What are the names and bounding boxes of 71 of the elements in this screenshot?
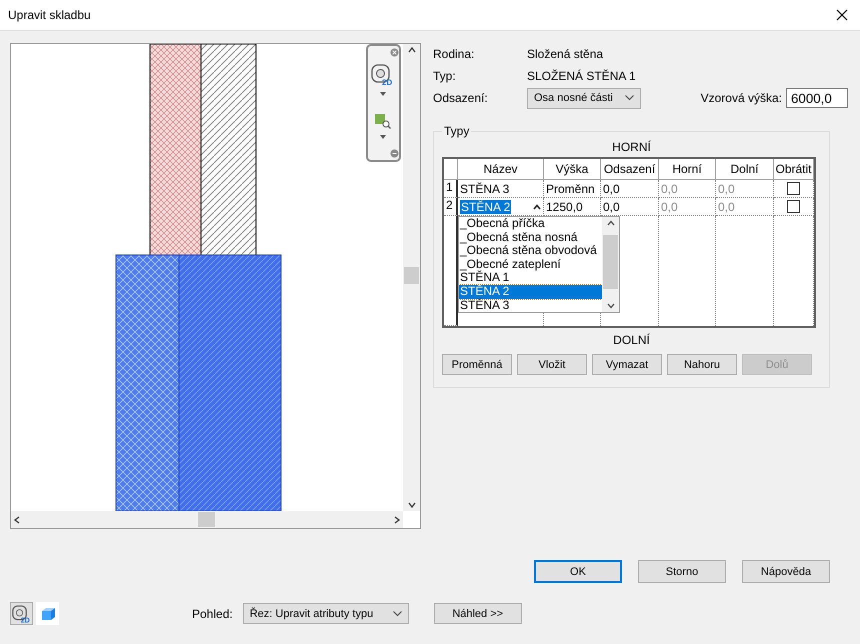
offset-dropdown[interactable]: Osa nosné části (527, 88, 641, 108)
field-label: Rodina: (433, 47, 476, 61)
table-cell: STĚNA 3 (458, 180, 544, 198)
chevron-down-icon (625, 95, 634, 101)
table-cell: 0,0 (716, 180, 774, 198)
table-cell: 0,0 (659, 198, 716, 216)
checkbox[interactable] (787, 182, 800, 195)
preview-button[interactable]: Náhled >> (434, 603, 522, 624)
field-value: Složená stěna (527, 47, 604, 61)
scroll-thumb[interactable] (404, 267, 419, 284)
row-number: 2 (444, 198, 458, 216)
dropdown-arrow-icon[interactable] (380, 135, 386, 139)
table-cell: Proměnn (544, 180, 601, 198)
scroll-left-icon[interactable] (13, 516, 21, 524)
action-button[interactable]: Proměnná (442, 354, 512, 375)
list-item[interactable]: _Obecná stěna nosná (459, 230, 602, 244)
field-label: Vzorová výška: (700, 91, 782, 105)
window-title: Upravit skladbu (8, 8, 91, 22)
column-header[interactable]: Horní (659, 159, 716, 180)
dialog-button[interactable]: Storno (638, 560, 726, 583)
view-mode-button[interactable] (36, 602, 59, 625)
list-item[interactable]: _Obecná stěna obvodová (459, 244, 602, 258)
view-dropdown[interactable]: Řez: Upravit atributy typu (242, 603, 409, 624)
caret-up-icon[interactable] (533, 204, 541, 210)
scroll-right-icon[interactable] (393, 516, 401, 524)
column-header[interactable]: Odsazení (601, 159, 659, 180)
list-item[interactable]: STĚNA 2 (459, 284, 602, 299)
column-header[interactable]: Dolní (716, 159, 774, 180)
list-item[interactable]: STĚNA 1 (459, 271, 602, 285)
group-title: Typy (442, 124, 472, 138)
height-input[interactable]: 6000,0 (786, 88, 848, 108)
checkbox[interactable] (787, 200, 800, 213)
scroll-down-icon[interactable] (606, 303, 614, 309)
horizontal-scrollbar[interactable] (11, 511, 403, 528)
field-value: SLOŽENÁ STĚNA 1 (527, 69, 636, 83)
scroll-thumb[interactable] (198, 512, 215, 527)
close-icon[interactable] (836, 9, 848, 21)
bottom-label: DOLNÍ (613, 333, 650, 347)
table-corner (444, 159, 458, 180)
action-button[interactable]: Vymazat (592, 354, 662, 375)
dialog-button[interactable]: Nápověda (742, 560, 830, 583)
scroll-down-icon[interactable] (408, 501, 416, 509)
scroll-thumb[interactable] (603, 235, 618, 289)
zoom-region-icon[interactable] (375, 114, 391, 129)
column-header[interactable]: Výška (544, 159, 601, 180)
table-cell: 0,0 (659, 180, 716, 198)
field-label: Pohled: (192, 606, 233, 620)
type-dropdown-list[interactable]: _Obecná příčka _Obecná stěna nosná _Obecná stěna obvodová _Obecné zateplení STĚNA 1 STĚNA 2 STĚNA 3 (458, 216, 620, 313)
row-number: 1 (444, 180, 458, 198)
scroll-up-icon[interactable] (606, 220, 614, 226)
vertical-scrollbar[interactable] (403, 44, 420, 511)
list-scrollbar[interactable] (602, 217, 619, 312)
name-edit-field[interactable]: STĚNA 2 (460, 200, 512, 214)
column-header[interactable]: Název (458, 159, 544, 180)
chevron-down-icon (392, 610, 402, 616)
dropdown-arrow-icon[interactable] (380, 92, 386, 96)
list-item[interactable]: _Obecná příčka (459, 217, 602, 231)
scroll-up-icon[interactable] (408, 46, 416, 54)
list-item[interactable]: _Obecné zateplení (459, 258, 602, 272)
field-label: Odsazení: (433, 91, 489, 105)
dialog-button[interactable]: OK (534, 560, 622, 583)
table-cell: 0,0 (716, 198, 774, 216)
table-cell: 0,0 (601, 180, 659, 198)
action-button[interactable]: Vložit (517, 354, 587, 375)
action-button[interactable]: Nahoru (667, 354, 737, 375)
cube-icon (40, 606, 56, 622)
column-header[interactable]: Obrátit (774, 159, 814, 180)
top-label: HORNÍ (612, 140, 651, 154)
field-label: Typ: (433, 69, 457, 83)
minimize-icon[interactable] (390, 149, 399, 158)
list-item[interactable]: STĚNA 3 (459, 298, 602, 312)
